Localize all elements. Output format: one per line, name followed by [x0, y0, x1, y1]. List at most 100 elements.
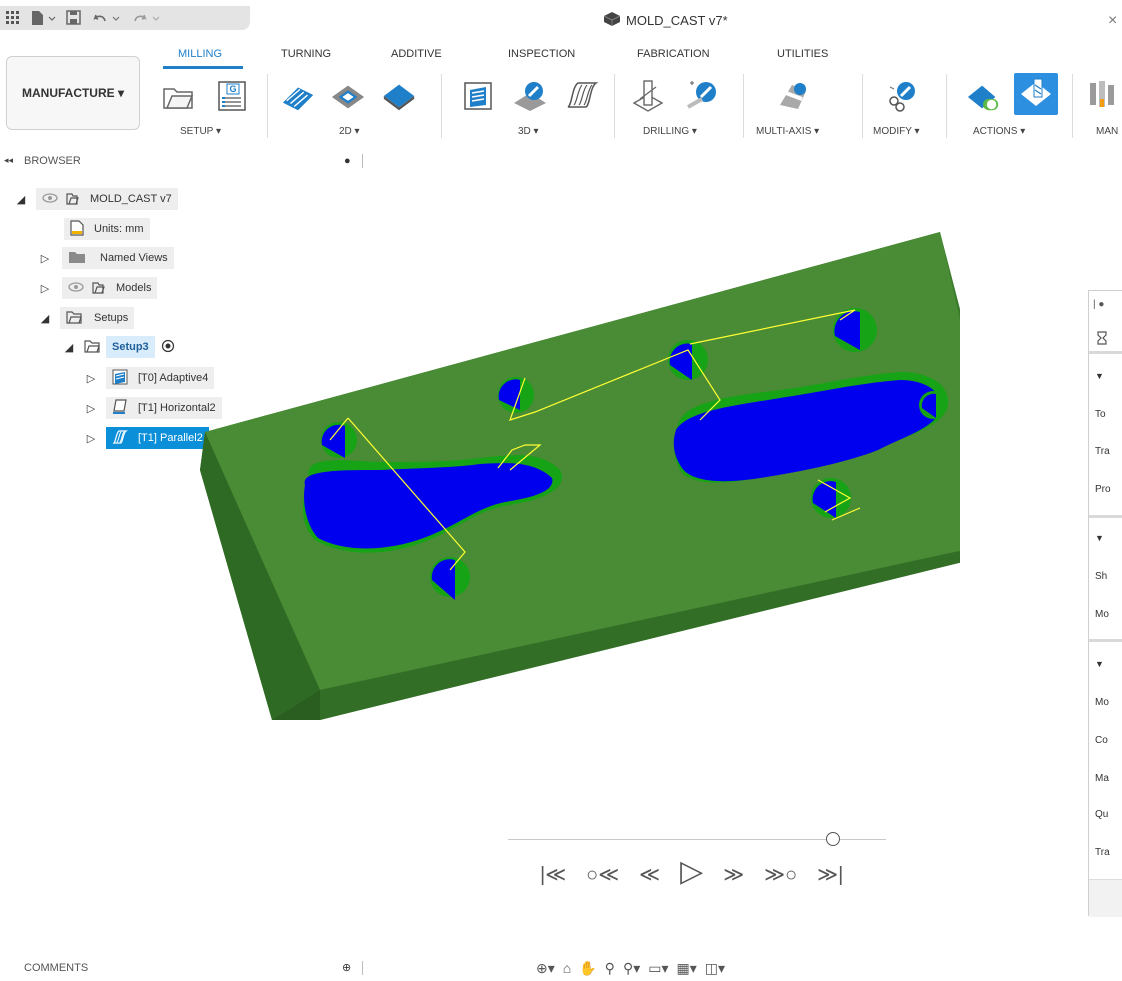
op-adaptive-node[interactable]: [T0] Adaptive4: [106, 367, 215, 389]
step-forward-button[interactable]: ≫: [723, 862, 744, 887]
dialog-row-model[interactable]: Mo: [1095, 609, 1109, 620]
op-parallel-node[interactable]: [T1] Parallel2: [106, 427, 209, 449]
dialog-row-color[interactable]: Co: [1095, 735, 1108, 746]
2d-group-label[interactable]: 2D ▾: [339, 126, 360, 137]
tab-inspection[interactable]: INSPECTION: [508, 48, 575, 60]
active-setup-radio-icon[interactable]: [161, 339, 175, 356]
manage-group-label[interactable]: MAN: [1096, 126, 1118, 137]
visibility-eye-icon[interactable]: [68, 281, 84, 295]
manage-tool-library-icon[interactable]: [1086, 78, 1122, 114]
undo-icon[interactable]: [92, 10, 122, 26]
grid-settings-icon[interactable]: ▦▾: [676, 960, 696, 977]
zoom-icon[interactable]: ⚲: [605, 960, 615, 977]
dialog-row-transparency[interactable]: Tra: [1095, 847, 1110, 858]
simulation-timeline-knob[interactable]: [826, 832, 840, 846]
expanded-triangle-icon[interactable]: ◢: [38, 312, 52, 325]
visibility-eye-icon[interactable]: [42, 192, 58, 206]
pan-hand-icon[interactable]: ✋: [579, 960, 596, 977]
tab-fabrication[interactable]: FABRICATION: [637, 48, 710, 60]
browser-header: ◂◂ BROWSER ●: [0, 152, 372, 172]
tool-tab-icon[interactable]: [1095, 331, 1109, 350]
tree-named-views-row[interactable]: ▷ Named Views: [38, 247, 174, 269]
tab-additive[interactable]: ADDITIVE: [391, 48, 442, 60]
collapsed-triangle-icon[interactable]: ▷: [84, 432, 98, 445]
3d-adaptive-icon[interactable]: [460, 78, 496, 114]
previous-operation-button[interactable]: ○≪: [586, 862, 619, 887]
tab-utilities[interactable]: UTILITIES: [777, 48, 828, 60]
go-to-start-button[interactable]: |≪: [540, 862, 566, 887]
drill-icon[interactable]: [630, 78, 666, 114]
step-back-button[interactable]: ≪: [639, 862, 660, 887]
tree-op-parallel-row[interactable]: ▷ [T1] Parallel2: [84, 427, 209, 449]
collapse-browser-icon[interactable]: ◂◂: [4, 155, 13, 166]
go-to-end-button[interactable]: ≫|: [817, 862, 843, 887]
setup3-node[interactable]: Setup3: [106, 336, 155, 358]
units-node[interactable]: Units: mm: [64, 218, 150, 240]
workspace-switcher[interactable]: MANUFACTURE ▾: [6, 56, 140, 130]
simulate-icon[interactable]: [966, 78, 1002, 114]
fit-icon[interactable]: ⚲▾: [623, 960, 640, 977]
dialog-row-quality[interactable]: Qu: [1095, 809, 1108, 820]
actions-group-label[interactable]: ACTIONS ▾: [973, 126, 1025, 137]
dialog-row-tool[interactable]: To: [1095, 409, 1106, 420]
multi-axis-icon[interactable]: [776, 78, 812, 114]
gcode-setup-icon[interactable]: G: [214, 78, 250, 114]
dialog-row-transform[interactable]: Tra: [1095, 446, 1110, 457]
tree-op-adaptive-row[interactable]: ▷ [T0] Adaptive4: [84, 367, 215, 389]
expanded-triangle-icon[interactable]: ◢: [62, 341, 76, 354]
modify-icon[interactable]: [884, 78, 920, 114]
file-menu-icon[interactable]: [30, 10, 56, 26]
2d-adaptive-icon[interactable]: [281, 78, 317, 114]
viewports-icon[interactable]: ◫▾: [705, 960, 725, 977]
collapsed-triangle-icon[interactable]: ▷: [38, 282, 52, 295]
multi-axis-group-label[interactable]: MULTI-AXIS ▾: [756, 126, 819, 137]
model-viewport[interactable]: [200, 225, 960, 725]
play-button[interactable]: ▷: [680, 857, 703, 887]
app-grid-icon[interactable]: [6, 11, 20, 25]
collapsed-triangle-icon[interactable]: ▷: [84, 372, 98, 385]
tab-turning[interactable]: TURNING: [281, 48, 331, 60]
next-operation-button[interactable]: ≫○: [764, 862, 797, 887]
3d-pocket-icon[interactable]: [512, 78, 548, 114]
dialog-row-shaft[interactable]: Sh: [1095, 571, 1107, 582]
close-tab-button[interactable]: ×: [1108, 12, 1117, 30]
tree-root-row[interactable]: ◢ MOLD_CAST v7: [14, 188, 178, 210]
setup-group-label[interactable]: SETUP ▾: [180, 126, 221, 137]
3d-group-label[interactable]: 3D ▾: [518, 126, 539, 137]
redo-icon[interactable]: [132, 10, 162, 26]
orbit-icon[interactable]: ⊕▾: [536, 960, 555, 977]
expanded-triangle-icon[interactable]: ◢: [14, 193, 28, 206]
drilling-group-label[interactable]: DRILLING ▾: [643, 126, 697, 137]
models-node[interactable]: Models: [62, 277, 158, 299]
named-views-node[interactable]: Named Views: [62, 247, 174, 269]
tree-models-row[interactable]: ▷ Models: [38, 277, 158, 299]
section-expand-icon[interactable]: ▼: [1095, 659, 1104, 669]
section-expand-icon[interactable]: ▼: [1095, 371, 1104, 381]
setups-node[interactable]: Setups: [60, 307, 135, 329]
look-at-icon[interactable]: ⌂: [563, 960, 571, 977]
post-process-icon[interactable]: [1014, 73, 1058, 115]
save-icon[interactable]: [66, 10, 82, 26]
2d-pocket-icon[interactable]: [330, 78, 366, 114]
modify-group-label[interactable]: MODIFY ▾: [873, 126, 920, 137]
add-comment-icon[interactable]: ⊕: [342, 961, 351, 974]
collapsed-triangle-icon[interactable]: ▷: [84, 402, 98, 415]
root-label: MOLD_CAST v7: [90, 193, 172, 205]
hole-recognition-icon[interactable]: [684, 78, 720, 114]
new-setup-icon[interactable]: [160, 78, 196, 114]
root-node[interactable]: MOLD_CAST v7: [36, 188, 178, 210]
toolbar-separator: [614, 74, 615, 138]
3d-parallel-icon[interactable]: [564, 78, 600, 114]
browser-pin-icon[interactable]: ●: [344, 155, 351, 167]
tree-units-row[interactable]: Units: mm: [64, 218, 150, 240]
dialog-row-program[interactable]: Pro: [1095, 484, 1111, 495]
dialog-row-mode[interactable]: Mo: [1095, 697, 1109, 708]
display-settings-icon[interactable]: ▭▾: [648, 960, 668, 977]
dialog-row-material[interactable]: Ma: [1095, 773, 1109, 784]
2d-face-icon[interactable]: [381, 78, 417, 114]
tree-setups-row[interactable]: ◢ Setups: [38, 307, 135, 329]
tree-setup3-row[interactable]: ◢ Setup3: [62, 336, 175, 358]
tab-milling[interactable]: MILLING: [178, 48, 222, 60]
collapsed-triangle-icon[interactable]: ▷: [38, 252, 52, 265]
section-expand-icon[interactable]: ▼: [1095, 533, 1104, 543]
